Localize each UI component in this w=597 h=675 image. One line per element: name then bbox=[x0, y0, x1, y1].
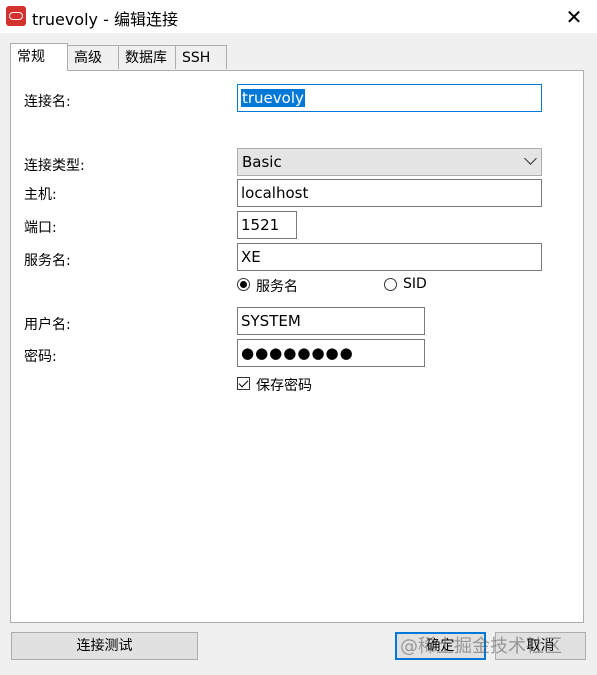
tab-advanced[interactable]: 高级 bbox=[67, 45, 119, 69]
save-password-label: 保存密码 bbox=[256, 378, 312, 394]
password-input[interactable]: ●●●●●●●● bbox=[237, 339, 425, 367]
connection-type-label: 连接类型: bbox=[24, 158, 85, 174]
port-label: 端口: bbox=[24, 220, 57, 236]
connection-type-value: Basic bbox=[242, 153, 282, 171]
service-name-radio-label: 服务名 bbox=[256, 279, 298, 295]
service-input[interactable]: XE bbox=[237, 243, 542, 271]
connection-name-value: truevoly bbox=[241, 89, 305, 107]
username-input[interactable]: SYSTEM bbox=[237, 307, 425, 335]
sid-radio-label: SID bbox=[403, 276, 427, 292]
connection-name-input[interactable]: truevoly bbox=[237, 84, 542, 112]
connection-name-label: 连接名: bbox=[24, 94, 71, 110]
tab-general[interactable]: 常规 bbox=[10, 43, 68, 71]
ok-button[interactable]: 确定 bbox=[395, 632, 486, 660]
username-label: 用户名: bbox=[24, 317, 71, 333]
cancel-button[interactable]: 取消 bbox=[495, 632, 586, 660]
app-logo-icon bbox=[6, 6, 26, 26]
tab-database[interactable]: 数据库 bbox=[118, 45, 176, 69]
sid-radio[interactable] bbox=[384, 278, 397, 291]
port-input[interactable]: 1521 bbox=[237, 211, 297, 239]
window-title: truevoly - 编辑连接 bbox=[32, 10, 178, 29]
general-panel: 连接名: truevoly 连接类型: Basic 主机: localhost … bbox=[10, 70, 584, 623]
host-label: 主机: bbox=[24, 187, 57, 203]
chevron-down-icon bbox=[524, 152, 537, 165]
service-name-radio[interactable] bbox=[237, 278, 250, 291]
close-button[interactable]: ✕ bbox=[551, 0, 597, 33]
test-connection-button[interactable]: 连接测试 bbox=[11, 632, 198, 660]
connection-type-select[interactable]: Basic bbox=[237, 148, 542, 176]
title-bar: truevoly - 编辑连接 ✕ bbox=[0, 0, 597, 33]
save-password-checkbox[interactable] bbox=[237, 377, 250, 390]
service-label: 服务名: bbox=[24, 253, 71, 269]
host-input[interactable]: localhost bbox=[237, 179, 542, 207]
tab-ssh[interactable]: SSH bbox=[175, 45, 227, 69]
password-label: 密码: bbox=[24, 349, 57, 365]
